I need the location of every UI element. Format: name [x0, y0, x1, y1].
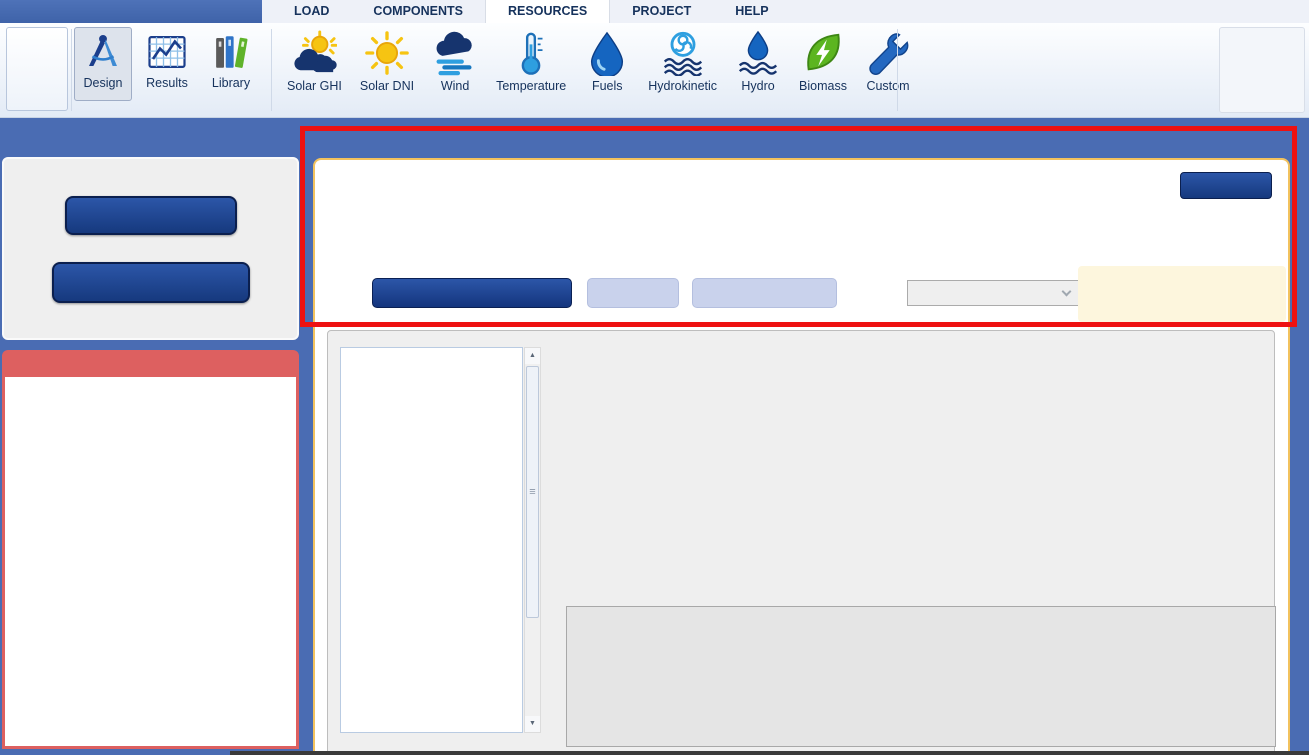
setup-assistant-button[interactable] [52, 262, 250, 303]
menu-tab-components[interactable]: COMPONENTS [351, 0, 485, 23]
library-icon [210, 31, 252, 73]
menu-bar: LOADCOMPONENTSRESOURCESPROJECTHELP [0, 0, 1309, 23]
menu-tab-project[interactable]: PROJECT [610, 0, 713, 23]
ribbon-separator [71, 29, 72, 111]
hydrokinetic-label: Hydrokinetic [648, 79, 717, 93]
solar-ghi-resource-button[interactable]: Solar GHI [278, 27, 351, 115]
design-label: Design [84, 76, 123, 90]
solar-ghi-label: Solar GHI [287, 79, 342, 93]
scrollbar-thumb[interactable]: ≡ [526, 366, 539, 618]
solar-ghi-icon [291, 30, 337, 76]
wind-label: Wind [441, 79, 469, 93]
ribbon-separator [897, 29, 898, 111]
solar-dni-icon [364, 30, 410, 76]
library-dropdown[interactable] [907, 280, 1079, 306]
fuels-resource-button[interactable]: Fuels [575, 27, 639, 115]
solar-dni-label: Solar DNI [360, 79, 414, 93]
table-scrollbar[interactable]: ▲ ≡ ▼ [524, 347, 541, 733]
wind-resource-button[interactable]: Wind [423, 27, 487, 115]
menu-tab-resources[interactable]: RESOURCES [485, 0, 610, 23]
biomass-label: Biomass [799, 79, 847, 93]
wind-resource-icon [567, 166, 629, 224]
monthly-wind-speed-table [340, 347, 523, 733]
windnavigator-note [1078, 266, 1286, 322]
temperature-resource-button[interactable]: Temperature [487, 27, 575, 115]
scrollbar-down-arrow[interactable]: ▼ [525, 716, 540, 732]
hydro-icon [735, 30, 781, 76]
required-changes-list [2, 377, 299, 749]
custom-resource-button[interactable]: Custom [856, 27, 920, 115]
custom-icon [865, 30, 911, 76]
monthly-wind-speed-group: ▲ ≡ ▼ [327, 330, 1275, 755]
ribbon-toolbar: Design Results Library Solar GHI Solar DNI W… [0, 23, 1309, 118]
window-bottom-edge [230, 751, 1309, 755]
import-and-edit-button[interactable] [692, 278, 837, 308]
menu-tabs: LOADCOMPONENTSRESOURCESPROJECTHELP [272, 0, 791, 23]
hydro-label: Hydro [741, 79, 774, 93]
hydro-resource-button[interactable]: Hydro [726, 27, 790, 115]
home-button[interactable] [6, 27, 68, 111]
results-label: Results [146, 76, 188, 90]
take-tour-button[interactable] [65, 196, 237, 235]
required-changes-panel [2, 350, 299, 749]
wind-resource-panel: ▲ ≡ ▼ [313, 158, 1290, 755]
biomass-icon [800, 30, 846, 76]
parameters-tab-panel [566, 606, 1276, 747]
menu-tab-load[interactable]: LOAD [272, 0, 351, 23]
biomass-resource-button[interactable]: Biomass [790, 27, 856, 115]
homer-app-window: LOADCOMPONENTSRESOURCESPROJECTHELP Desig… [0, 0, 1309, 755]
view-group: Design Results Library [74, 23, 268, 118]
results-view-button[interactable]: Results [138, 27, 196, 101]
remove-button[interactable] [1180, 172, 1272, 199]
design-icon [82, 31, 124, 73]
schematic-panel [2, 157, 299, 340]
fuels-label: Fuels [592, 79, 623, 93]
chevron-down-icon [1062, 287, 1072, 297]
design-view-button[interactable]: Design [74, 27, 132, 101]
library-view-button[interactable]: Library [202, 27, 260, 101]
file-menu-button[interactable] [0, 0, 262, 23]
import-button[interactable] [587, 278, 679, 308]
menu-tab-help[interactable]: HELP [713, 0, 790, 23]
temperature-icon [508, 30, 554, 76]
wind-speed-chart [550, 333, 1070, 573]
fuels-icon [584, 30, 630, 76]
scrollbar-up-arrow[interactable]: ▲ [525, 348, 540, 364]
solar-dni-resource-button[interactable]: Solar DNI [351, 27, 423, 115]
temperature-label: Temperature [496, 79, 566, 93]
resource-buttons: Solar GHI Solar DNI Wind Temperature Fuels Hy… [278, 23, 920, 118]
results-icon [146, 31, 188, 73]
required-changes-title [2, 350, 299, 377]
hydrokinetic-resource-button[interactable]: Hydrokinetic [639, 27, 726, 115]
wind-icon [432, 30, 478, 76]
ribbon-separator [271, 29, 272, 111]
custom-label: Custom [866, 79, 909, 93]
library-label: Library [212, 76, 250, 90]
hydrokinetic-icon [660, 30, 706, 76]
calculate-button[interactable] [1219, 27, 1305, 113]
calculate-icon [1239, 34, 1285, 80]
download-from-internet-button[interactable] [372, 278, 572, 308]
home-icon [14, 32, 60, 78]
